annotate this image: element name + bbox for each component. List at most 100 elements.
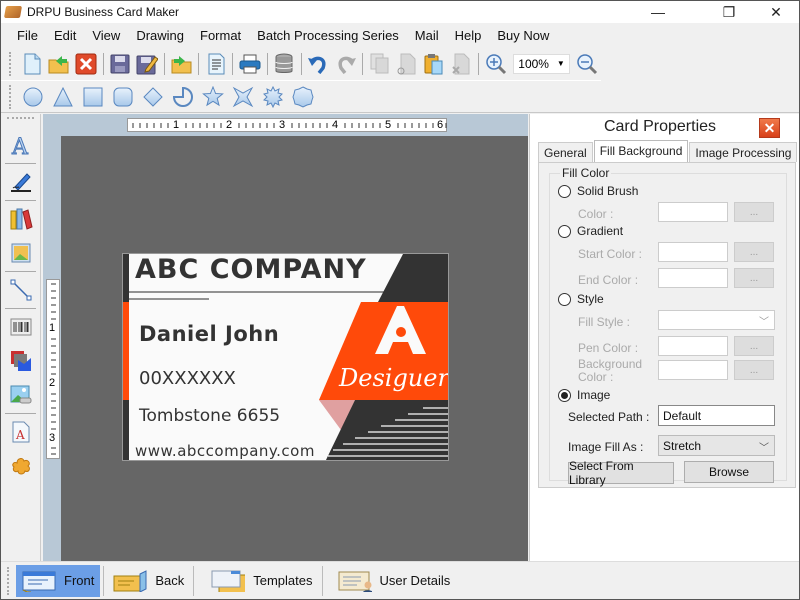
panel-separator [5, 271, 36, 272]
signature-tool[interactable] [1, 165, 41, 199]
radio-button[interactable] [558, 224, 571, 238]
menu-file[interactable]: File [9, 28, 46, 43]
undo-button[interactable] [307, 51, 330, 77]
menu-help[interactable]: Help [447, 28, 490, 43]
background-color-label-line2: Color : [578, 370, 614, 384]
toolbar-grip[interactable] [9, 84, 12, 109]
delete-button[interactable] [450, 51, 473, 77]
back-view-button[interactable]: Back [107, 565, 190, 597]
save-button[interactable] [109, 51, 132, 77]
menu-batch-processing[interactable]: Batch Processing Series [249, 28, 407, 43]
radio-button[interactable] [558, 292, 571, 306]
close-window-button[interactable]: ✕ [753, 1, 799, 23]
star-tool[interactable] [200, 84, 226, 110]
image-fill-as-select[interactable]: Stretch ﹀ [658, 435, 775, 456]
picture-tool[interactable] [1, 378, 41, 412]
open-button[interactable] [47, 51, 70, 77]
radio-button-checked[interactable] [558, 388, 571, 402]
open-template-button[interactable] [170, 51, 193, 77]
browse-button[interactable]: Browse [684, 461, 774, 483]
card-person-name[interactable]: Daniel John [139, 322, 279, 346]
library-tool[interactable] [1, 202, 41, 236]
zoom-level-select[interactable]: 100% ▼ [513, 53, 570, 74]
cut-button[interactable] [395, 51, 418, 77]
save-as-button[interactable] [136, 51, 159, 77]
menu-view[interactable]: View [84, 28, 128, 43]
symbol-icon [12, 458, 30, 475]
menu-edit[interactable]: Edit [46, 28, 84, 43]
properties-tabs: General Fill Background Image Processing [538, 140, 798, 162]
image-radio[interactable]: Image [558, 388, 610, 402]
front-view-button[interactable]: Front [16, 564, 101, 597]
card-phone[interactable]: 00XXXXXX [139, 368, 236, 389]
start-color-picker-button: ... [734, 242, 774, 262]
properties-close-button[interactable]: ✕ [759, 118, 780, 138]
menu-drawing[interactable]: Drawing [128, 28, 192, 43]
tab-general[interactable]: General [538, 142, 593, 162]
start-color-box [658, 242, 728, 262]
print-button[interactable] [238, 51, 261, 77]
symbol-tool[interactable] [1, 449, 41, 483]
menu-mail[interactable]: Mail [407, 28, 447, 43]
cut-icon [397, 53, 416, 74]
maximize-button[interactable]: ❐ [706, 1, 752, 23]
user-details-button[interactable]: User Details [332, 565, 457, 597]
menu-format[interactable]: Format [192, 28, 249, 43]
menu-buy-now[interactable]: Buy Now [489, 28, 557, 43]
start-color-label: Start Color : [578, 247, 643, 261]
new-button[interactable] [20, 51, 43, 77]
redo-button[interactable] [334, 51, 357, 77]
bottom-bar-grip[interactable] [7, 566, 10, 595]
minimize-button[interactable]: — [635, 1, 681, 23]
copy-button[interactable] [368, 51, 391, 77]
database-button[interactable] [272, 51, 295, 77]
rounded-rectangle-tool[interactable] [110, 84, 136, 110]
pie-tool[interactable] [170, 84, 196, 110]
gradient-radio[interactable]: Gradient [558, 224, 623, 238]
tab-fill-background[interactable]: Fill Background [593, 140, 689, 162]
print-preview-button[interactable] [204, 51, 227, 77]
card-properties-panel: Card Properties ✕ General Fill Backgroun… [529, 114, 799, 561]
line-tool[interactable] [1, 273, 41, 307]
card-company-name[interactable]: ABC COMPANY [135, 254, 367, 285]
business-card[interactable]: ABC COMPANY Daniel John 00XXXXXX Tombsto… [122, 253, 449, 461]
close-file-button[interactable] [74, 51, 97, 77]
triangle-tool[interactable] [50, 84, 76, 110]
burst-tool[interactable] [260, 84, 286, 110]
shapes-tool[interactable] [1, 344, 41, 378]
polygon-icon [292, 85, 314, 108]
barcode-tool[interactable] [1, 310, 41, 344]
paste-button[interactable] [423, 51, 446, 77]
card-address[interactable]: Tombstone 6655 [139, 406, 280, 426]
toolbar-separator [362, 52, 364, 75]
polygon-tool[interactable] [290, 84, 316, 110]
select-from-library-button[interactable]: Select From Library [568, 459, 674, 487]
ruler-mark-5: 5 [385, 119, 392, 131]
solid-brush-radio[interactable]: Solid Brush [558, 184, 638, 198]
style-radio[interactable]: Style [558, 292, 604, 306]
image-tool[interactable] [1, 236, 41, 270]
zoom-in-button[interactable] [484, 51, 507, 77]
rectangle-tool[interactable] [80, 84, 106, 110]
text-tool[interactable]: A [1, 128, 41, 162]
selected-path-input[interactable]: Default [658, 405, 775, 426]
watermark-tool[interactable]: A [1, 415, 41, 449]
ellipse-tool[interactable] [20, 84, 46, 110]
card-website[interactable]: www.abccompany.com [135, 442, 315, 460]
end-color-box [658, 268, 728, 288]
radio-button[interactable] [558, 184, 571, 198]
tab-image-processing[interactable]: Image Processing [689, 142, 798, 162]
four-point-star-tool[interactable] [230, 84, 256, 110]
vertical-ruler: 1 2 3 [46, 279, 60, 459]
database-icon [275, 53, 293, 73]
card-logo-text[interactable]: Desiguer [339, 364, 448, 392]
print-preview-icon [208, 53, 225, 74]
templates-button[interactable]: Templates [205, 565, 318, 597]
zoom-out-button[interactable] [576, 51, 599, 77]
toolbar-grip[interactable] [9, 51, 12, 76]
panel-grip[interactable] [7, 117, 34, 125]
image-fill-as-label: Image Fill As : [568, 440, 644, 454]
diamond-tool[interactable] [140, 84, 166, 110]
ellipse-icon [23, 87, 43, 106]
card-dark-corner-top [378, 254, 448, 302]
